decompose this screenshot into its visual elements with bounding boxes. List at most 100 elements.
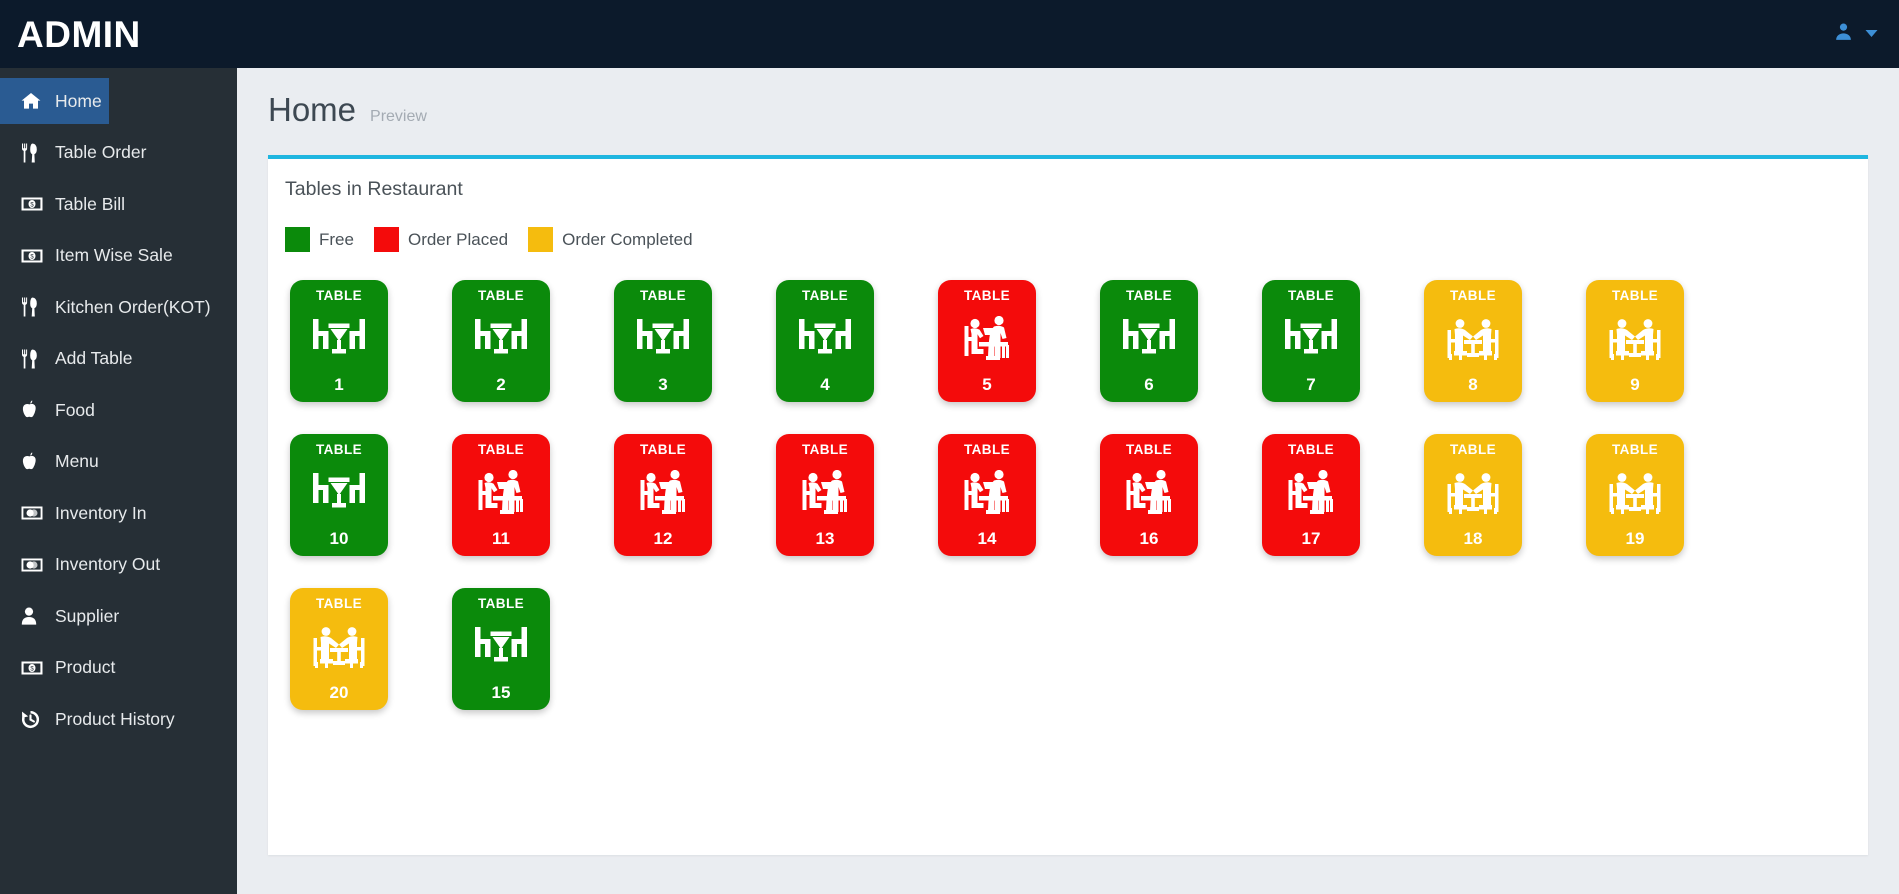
empty-table-icon [1285,318,1337,354]
sidebar-item-add-table[interactable]: Add Table [0,336,237,382]
table-tile-number: 10 [329,529,349,549]
sidebar-item-label: Table Bill [55,193,126,214]
table-tile-5[interactable]: TABLE 5 [938,280,1036,403]
table-status-icon [938,457,1036,531]
table-tile-word: TABLE [478,288,524,304]
guests-dining-icon [1609,318,1661,360]
sidebar-item-label: Add Table [55,348,133,368]
sidebar-item-label: Table Order [55,142,147,162]
table-tile-10[interactable]: TABLE 10 [290,434,388,557]
sidebar-item-label: Home [55,90,102,111]
sidebar-item-table-order[interactable]: Table Order [0,130,237,176]
table-tile-word: TABLE [640,442,686,458]
topbar-user-menu[interactable] [1833,21,1899,47]
table-tile-number: 5 [982,375,992,395]
table-status-icon [452,611,550,685]
table-tile-number: 20 [329,683,349,703]
table-tile-word: TABLE [478,442,524,458]
admin-app-window: ADMIN Home Table Order $ Table Bill $ It… [0,0,1899,894]
table-status-icon [1100,303,1198,377]
sidebar-item-label: Menu [55,451,99,471]
legend-swatch-order-placed [373,227,399,253]
waiter-serving-icon [1126,469,1171,514]
table-row: TABLE 10 TABLE 11 TABLE 12 TABLE 13 TABLE 14 TABLE… [290,434,1868,557]
table-tile-6[interactable]: TABLE 6 [1100,280,1198,403]
table-tile-1[interactable]: TABLE 1 [290,280,388,403]
sidebar-item-inventory-out[interactable]: Inventory Out [0,542,237,588]
empty-table-icon [799,318,851,354]
table-tile-8[interactable]: TABLE 8 [1424,280,1522,403]
table-tile-word: TABLE [964,442,1010,458]
money-bill-icon: $ [21,197,48,211]
table-tile-2[interactable]: TABLE 2 [452,280,550,403]
waiter-serving-icon [964,469,1009,514]
table-tile-word: TABLE [1612,288,1658,304]
table-tile-15[interactable]: TABLE 15 [452,588,550,711]
legend-swatch-order-completed [528,227,554,253]
table-tile-number: 13 [815,529,835,549]
table-tile-number: 7 [1306,375,1316,395]
table-tile-19[interactable]: TABLE 19 [1586,434,1684,557]
table-tile-20[interactable]: TABLE 20 [290,588,388,711]
legend-label: Free [319,229,354,249]
table-status-icon [452,303,550,377]
guests-dining-icon [1447,472,1499,514]
sidebar-item-home[interactable]: Home [0,78,109,124]
legend-label: Order Placed [407,229,509,249]
table-row: TABLE 20 TABLE 15 [290,588,1868,711]
guests-dining-icon [1609,472,1661,514]
table-tile-3[interactable]: TABLE 3 [614,280,712,403]
user-icon[interactable] [1833,21,1854,47]
sidebar-item-product-history[interactable]: Product History [0,696,237,742]
empty-table-icon [313,472,365,508]
table-tile-number: 1 [334,375,344,395]
guests-dining-icon [1447,318,1499,360]
sidebar-item-label: Product History [55,708,175,729]
table-tile-number: 9 [1630,375,1640,395]
sidebar-item-table-bill[interactable]: $ Table Bill [0,181,237,227]
sidebar-item-label: Supplier [55,605,120,626]
table-tile-11[interactable]: TABLE 11 [452,434,550,557]
sidebar-item-item-wise-sale[interactable]: $ Item Wise Sale [0,233,237,279]
table-tile-number: 18 [1463,529,1483,549]
table-tile-word: TABLE [478,596,524,612]
table-tile-number: 17 [1301,529,1321,549]
sidebar-item-kitchen-order-kot[interactable]: Kitchen Order(KOT) [0,284,237,330]
sidebar-item-inventory-in[interactable]: Inventory In [0,490,237,536]
sidebar-item-product[interactable]: $ Product [0,645,237,691]
empty-table-icon [475,626,527,662]
main-content: Home Preview Tables in Restaurant Free O… [237,68,1899,894]
cutlery-icon [21,143,48,163]
table-tile-number: 15 [491,683,511,703]
cutlery-icon [21,297,48,317]
table-tile-word: TABLE [1612,442,1658,458]
table-tile-16[interactable]: TABLE 16 [1100,434,1198,557]
sidebar-item-label: Product [55,657,116,677]
table-tile-7[interactable]: TABLE 7 [1262,280,1360,403]
table-tile-word: TABLE [1126,288,1172,304]
home-icon [21,92,48,110]
tables-grid: TABLE 1 TABLE 2 TABLE 3 TABLE 4 TABLE 5 TABLE 6 TABL… [268,252,1868,711]
table-status-icon [1424,457,1522,531]
table-status-icon [614,457,712,531]
table-tile-9[interactable]: TABLE 9 [1586,280,1684,403]
legend-label: Order Completed [562,229,693,249]
waiter-serving-icon [1288,469,1333,514]
legend-item-free: Free [285,227,374,253]
table-tile-14[interactable]: TABLE 14 [938,434,1036,557]
table-tile-18[interactable]: TABLE 18 [1424,434,1522,557]
brand-logo[interactable]: ADMIN [0,16,141,53]
sidebar-item-food[interactable]: Food [0,387,237,433]
card-title: Tables in Restaurant [285,178,463,201]
table-tile-12[interactable]: TABLE 12 [614,434,712,557]
chevron-down-icon[interactable] [1865,25,1878,43]
top-bar: ADMIN [0,0,1899,68]
table-tile-4[interactable]: TABLE 4 [776,280,874,403]
empty-table-icon [637,318,689,354]
table-tile-17[interactable]: TABLE 17 [1262,434,1360,557]
legend-item-order-completed: Order Completed [528,227,712,253]
sidebar-item-supplier[interactable]: Supplier [0,593,237,639]
table-tile-13[interactable]: TABLE 13 [776,434,874,557]
sidebar-item-menu[interactable]: Menu [0,439,237,485]
sidebar-item-label: Item Wise Sale [55,245,173,265]
